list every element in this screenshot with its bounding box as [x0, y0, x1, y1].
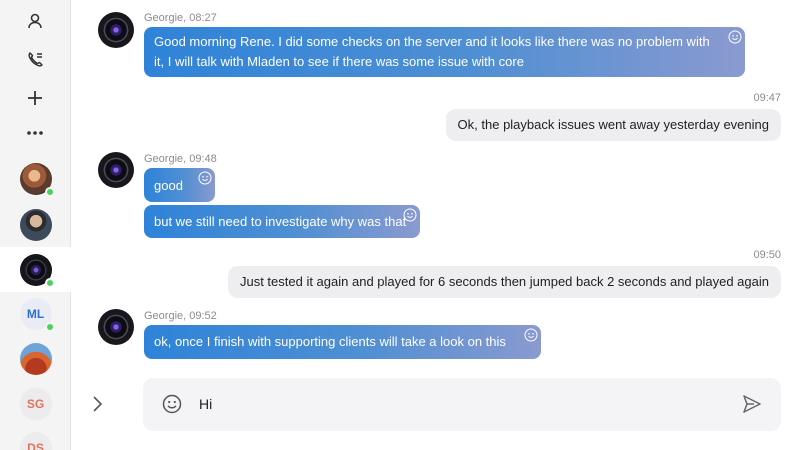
message-bubble-outgoing[interactable]: Ok, the playback issues went away yester… — [445, 109, 781, 141]
phone-list-icon — [28, 52, 43, 67]
reaction-icon[interactable] — [198, 171, 212, 185]
message-text: ok, once I finish with supporting client… — [154, 334, 506, 369]
online-indicator — [44, 277, 55, 288]
avatar — [19, 208, 52, 241]
more-button[interactable] — [20, 118, 50, 148]
message-bubble-incoming[interactable]: ok, once I finish with supporting client… — [144, 325, 541, 369]
message-text: good — [154, 178, 183, 193]
smiley-icon[interactable] — [161, 393, 183, 415]
message-bubble-incoming[interactable]: but we still need to investigate why was… — [144, 205, 420, 238]
avatar-initials: ML — [19, 297, 55, 332]
sender-avatar[interactable] — [98, 12, 134, 48]
message-composer — [143, 378, 781, 431]
sender-avatar[interactable] — [98, 152, 134, 188]
message-text: Ok, the playback issues went away yester… — [457, 117, 769, 132]
expand-button[interactable] — [86, 393, 108, 415]
reaction-icon[interactable] — [524, 328, 538, 342]
message-bubble-incoming[interactable]: good — [144, 168, 215, 202]
message-text: but we still need to investigate why was… — [154, 214, 407, 229]
online-indicator — [44, 186, 55, 197]
message-meta: Georgie, 09:48 — [144, 153, 217, 165]
contact-ds[interactable]: DS — [0, 425, 71, 450]
contact-5[interactable] — [0, 336, 71, 381]
calls-button[interactable] — [20, 44, 50, 74]
new-chat-button[interactable] — [20, 83, 50, 113]
contact-1[interactable] — [0, 156, 71, 201]
contact-ml[interactable]: ML — [0, 291, 71, 336]
contact-sg[interactable]: SG — [0, 381, 71, 426]
reaction-icon[interactable] — [403, 208, 417, 222]
message-meta: 09:47 — [753, 92, 781, 104]
message-text: Good morning Rene. I did some checks on … — [154, 34, 710, 69]
message-meta: 09:50 — [753, 249, 781, 261]
plus-icon — [28, 91, 42, 105]
message-meta: Georgie, 08:27 — [144, 12, 217, 24]
sidebar: ML SG DS — [0, 0, 71, 450]
message-meta: Georgie, 09:52 — [144, 310, 217, 322]
reaction-icon[interactable] — [728, 30, 742, 44]
chevron-right-icon — [93, 396, 103, 412]
message-input[interactable] — [199, 391, 719, 417]
message-bubble-incoming[interactable]: Good morning Rene. I did some checks on … — [144, 27, 745, 77]
message-bubble-outgoing[interactable]: Just tested it again and played for 6 se… — [227, 266, 781, 298]
online-indicator — [44, 321, 55, 332]
message-text: Just tested it again and played for 6 se… — [239, 274, 769, 289]
contact-georgie[interactable] — [0, 247, 71, 292]
avatar-initials: SG — [19, 387, 52, 420]
avatar-initials: DS — [19, 431, 52, 450]
profile-button[interactable] — [20, 6, 50, 36]
avatar — [19, 253, 55, 288]
more-icon — [27, 131, 43, 135]
sender-avatar[interactable] — [98, 309, 134, 345]
person-icon — [28, 13, 42, 29]
avatar — [19, 162, 55, 197]
contact-2[interactable] — [0, 202, 71, 247]
send-icon[interactable] — [741, 393, 763, 415]
avatar — [19, 342, 52, 375]
